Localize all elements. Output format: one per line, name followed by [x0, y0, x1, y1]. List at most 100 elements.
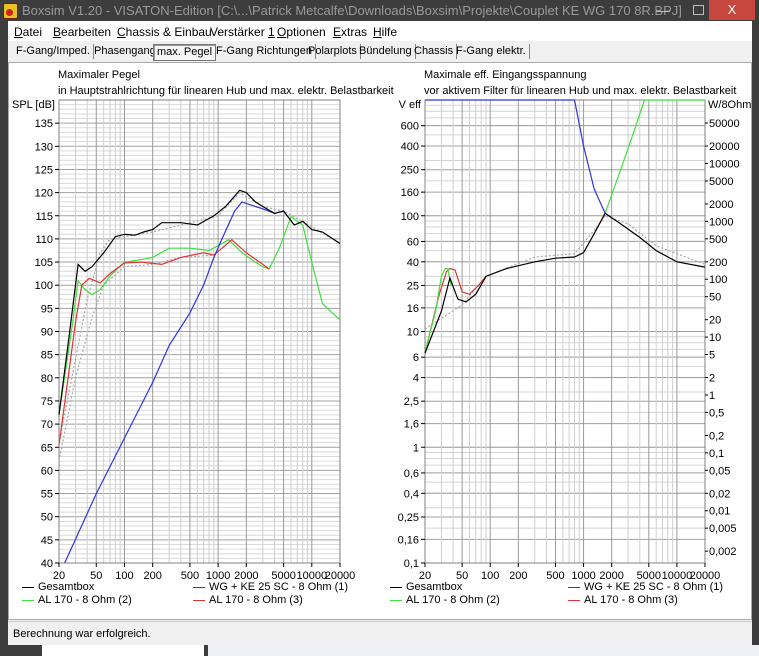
y-tick-label: 25 — [407, 280, 419, 292]
y-tick-label: 70 — [41, 419, 53, 431]
y-tick-label: 16 — [407, 303, 419, 315]
charts-layer: Maximaler Pegel in Hauptstrahlrichtung fü… — [12, 69, 751, 582]
y-tick-label: 80 — [41, 373, 53, 385]
y-tick-label: 0,25 — [398, 512, 419, 524]
y2-tick-label: 0,01 — [709, 506, 730, 518]
y-tick-label: 10 — [407, 327, 419, 339]
y2-tick-label: 50000 — [709, 118, 740, 130]
legend-label: AL 170 - 8 Ohm (2) — [38, 594, 132, 606]
legend-swatch — [568, 599, 580, 601]
y2-tick-label: 5000 — [709, 176, 733, 188]
legend-swatch — [390, 586, 402, 588]
legend-item-wg: WG + KE 25 SC - 8 Ohm (1) — [193, 581, 348, 593]
y-tick-label: 75 — [41, 396, 53, 408]
y-tick-label: 125 — [35, 164, 53, 176]
y-axis-label: SPL [dB] — [12, 99, 55, 111]
y-tick-label: 2,5 — [404, 396, 419, 408]
y-tick-label: 50 — [41, 512, 53, 524]
legend-swatch — [568, 586, 580, 588]
legend-item-al170-3: AL 170 - 8 Ohm (3) — [193, 594, 303, 606]
y-tick-label: 40 — [41, 558, 53, 570]
y-tick-label: 90 — [41, 327, 53, 339]
y2-tick-label: 10000 — [709, 158, 740, 170]
y-tick-label: 130 — [35, 141, 53, 153]
y2-tick-label: 5 — [709, 350, 715, 362]
y2-tick-label: 100 — [709, 274, 727, 286]
series-line-gesamtbox — [424, 212, 706, 354]
y-tick-label: 65 — [41, 442, 53, 454]
x-tick-label: 100 — [115, 570, 133, 582]
y-tick-label: 250 — [401, 165, 419, 177]
legend-item-gesamtbox: Gesamtbox — [22, 581, 94, 593]
series-line-al-170-8-ohm-3 — [58, 239, 270, 445]
y2-tick-label: 500 — [709, 234, 727, 246]
y-tick-label: 600 — [401, 121, 419, 133]
y-tick-label: 40 — [407, 257, 419, 269]
legend-label: AL 170 - 8 Ohm (3) — [209, 594, 303, 606]
legend-item-al170-2: AL 170 - 8 Ohm (2) — [22, 594, 132, 606]
chart-subtitle: in Hauptstrahlrichtung für linearen Hub … — [58, 85, 394, 97]
y-tick-label: 4 — [413, 373, 419, 385]
x-tick-label: 200 — [509, 570, 527, 582]
y-tick-label: 1,6 — [404, 419, 419, 431]
y-tick-label: 6 — [413, 352, 419, 364]
legend-item-al170-3: AL 170 - 8 Ohm (3) — [568, 594, 678, 606]
series-line-al-170-8-ohm-2-low — [424, 267, 452, 354]
y-tick-label: 55 — [41, 489, 53, 501]
y-tick-label: 115 — [35, 211, 53, 223]
y-tick-label: 160 — [401, 187, 419, 199]
series-line-al-170-8-ohm-2 — [58, 215, 341, 415]
series-line-gesamtbox — [58, 189, 341, 415]
legend-swatch — [390, 599, 402, 601]
y-tick-label: 60 — [407, 236, 419, 248]
y2-tick-label: 2000 — [709, 199, 733, 211]
legend-label: WG + KE 25 SC - 8 Ohm (1) — [209, 581, 349, 593]
legend-label: WG + KE 25 SC - 8 Ohm (1) — [584, 581, 724, 593]
y2-axis-label: W/8Ohm — [708, 99, 751, 111]
series-line-gesamtbox-ref — [424, 215, 706, 330]
y-tick-label: 0,6 — [404, 468, 419, 480]
series-line-al-170-8-ohm-3 — [424, 267, 487, 354]
series-line-al-170-8-ohm-2 — [604, 99, 705, 214]
y2-tick-label: 0,2 — [709, 430, 724, 442]
y2-tick-label: 0,005 — [709, 523, 737, 535]
legend-label: AL 170 - 8 Ohm (3) — [584, 594, 678, 606]
legend-item-wg: WG + KE 25 SC - 8 Ohm (1) — [568, 581, 723, 593]
y2-tick-label: 0,02 — [709, 488, 730, 500]
y-tick-label: 105 — [35, 257, 53, 269]
y2-tick-label: 0,002 — [709, 546, 737, 558]
y2-tick-label: 20 — [709, 315, 721, 327]
legend-swatch — [22, 599, 34, 601]
legend-item-gesamtbox: Gesamtbox — [390, 581, 462, 593]
y-tick-label: 85 — [41, 350, 53, 362]
y-tick-label: 60 — [41, 465, 53, 477]
y2-tick-label: 50 — [709, 292, 721, 304]
y2-tick-label: 1 — [709, 390, 715, 402]
y2-tick-label: 20000 — [709, 141, 740, 153]
legend-swatch — [22, 586, 34, 588]
y-tick-label: 100 — [35, 280, 53, 292]
chart-title: Maximaler Pegel — [58, 69, 140, 81]
x-tick-label: 500 — [546, 570, 564, 582]
y-tick-label: 1 — [413, 442, 419, 454]
y2-tick-label: 0,05 — [709, 465, 730, 477]
y-tick-label: 0,4 — [404, 488, 419, 500]
y2-tick-label: 10 — [709, 332, 721, 344]
legend-label: AL 170 - 8 Ohm (2) — [406, 594, 500, 606]
y-tick-label: 45 — [41, 535, 53, 547]
y-tick-label: 100 — [401, 211, 419, 223]
chart-subtitle: vor aktivem Filter für linearen Hub und … — [424, 85, 736, 97]
y-tick-label: 120 — [35, 188, 53, 200]
legend-label: Gesamtbox — [38, 581, 95, 593]
y2-tick-label: 0,5 — [709, 407, 724, 419]
y2-tick-label: 0,1 — [709, 448, 724, 460]
y-axis-label: V eff — [399, 99, 422, 111]
y-tick-label: 0,16 — [398, 534, 419, 546]
chart-title: Maximale eff. Eingangsspannung — [424, 69, 586, 81]
legend-item-al170-2: AL 170 - 8 Ohm (2) — [390, 594, 500, 606]
y-tick-label: 95 — [41, 303, 53, 315]
y-tick-label: 400 — [401, 141, 419, 153]
y2-tick-label: 200 — [709, 257, 727, 269]
legend-swatch — [193, 586, 205, 588]
y2-tick-label: 2 — [709, 373, 715, 385]
